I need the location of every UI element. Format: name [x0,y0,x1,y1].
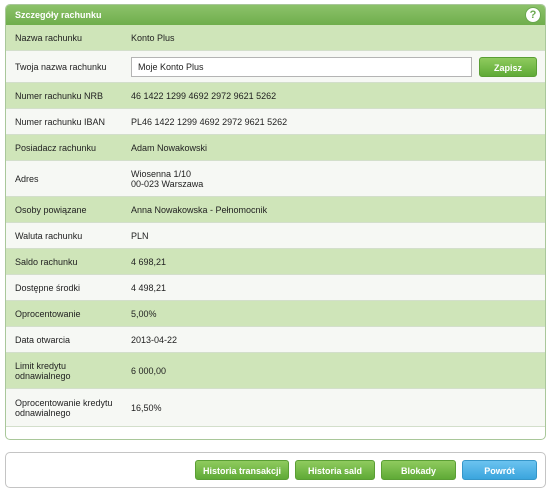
row-balance: Saldo rachunku 4 698,21 [6,249,545,275]
row-label: Data otwarcia [15,334,71,345]
back-button[interactable]: Powrót [462,460,537,480]
row-value: PLN [131,230,149,241]
row-label: Nazwa rachunku [15,32,83,43]
actions-bar: Historia transakcji Historia sald Blokad… [5,452,546,488]
row-currency: Waluta rachunku PLN [6,223,545,249]
row-address: Adres Wiosenna 1/10 00-023 Warszawa [6,161,545,197]
row-account-name: Nazwa rachunku Konto Plus [6,25,545,51]
row-available: Dostępne środki 4 498,21 [6,275,545,301]
row-label: Posiadacz rachunku [15,142,97,153]
row-value: Konto Plus [131,32,175,43]
blocks-button[interactable]: Blokady [381,460,456,480]
row-value: 4 698,21 [131,256,167,267]
row-label: Adres [15,173,39,184]
row-value: 2013-04-22 [131,334,178,345]
row-label: Waluta rachunku [15,230,83,241]
row-owner: Posiadacz rachunku Adam Nowakowski [6,135,545,161]
row-value: PL46 1422 1299 4692 2972 9621 5262 [131,116,288,127]
row-value: Adam Nowakowski [131,142,208,153]
panel-header: Szczegóły rachunku ? [6,5,545,25]
account-details-panel: Szczegóły rachunku ? Nazwa rachunku Kont… [5,4,546,440]
save-button[interactable]: Zapisz [479,56,537,77]
row-label: Numer rachunku IBAN [15,116,106,127]
row-value: 4 498,21 [131,282,167,293]
row-nrb: Numer rachunku NRB 46 1422 1299 4692 297… [6,83,545,109]
history-transactions-button[interactable]: Historia transakcji [195,460,289,480]
help-icon[interactable]: ? [525,7,541,23]
row-label: Saldo rachunku [15,256,78,267]
row-iban: Numer rachunku IBAN PL46 1422 1299 4692 … [6,109,545,135]
row-value: 6 000,00 [131,365,167,376]
account-name-input[interactable] [131,56,472,77]
row-label: Twoja nazwa rachunku [15,61,107,72]
row-value: 46 1422 1299 4692 2972 9621 5262 [131,90,277,101]
history-balances-button[interactable]: Historia sald [295,460,375,480]
row-interest: Oprocentowanie 5,00% [6,301,545,327]
address-line-1: Wiosenna 1/10 [131,168,192,179]
details-table: Nazwa rachunku Konto Plus Twoja nazwa ra… [6,25,545,427]
row-related: Osoby powiązane Anna Nowakowska - Pełnom… [6,197,545,223]
row-value: 16,50% [131,402,162,413]
row-label: Limit kredytu odnawialnego [15,360,71,381]
row-value: Wiosenna 1/10 00-023 Warszawa [123,169,203,189]
row-label: Oprocentowanie kredytu odnawialnego [15,397,113,418]
row-custom-name: Twoja nazwa rachunku Zapisz [6,51,545,83]
row-value: Anna Nowakowska - Pełnomocnik [131,204,268,215]
panel-title: Szczegóły rachunku [15,10,102,20]
row-opened: Data otwarcia 2013-04-22 [6,327,545,353]
row-label: Oprocentowanie [15,308,81,319]
row-credit-interest: Oprocentowanie kredytu odnawialnego 16,5… [6,389,545,427]
row-value: 5,00% [131,308,157,319]
address-line-2: 00-023 Warszawa [131,178,204,189]
row-credit-limit: Limit kredytu odnawialnego 6 000,00 [6,353,545,389]
row-label: Numer rachunku NRB [15,90,104,101]
row-label: Osoby powiązane [15,204,87,215]
row-label: Dostępne środki [15,282,81,293]
